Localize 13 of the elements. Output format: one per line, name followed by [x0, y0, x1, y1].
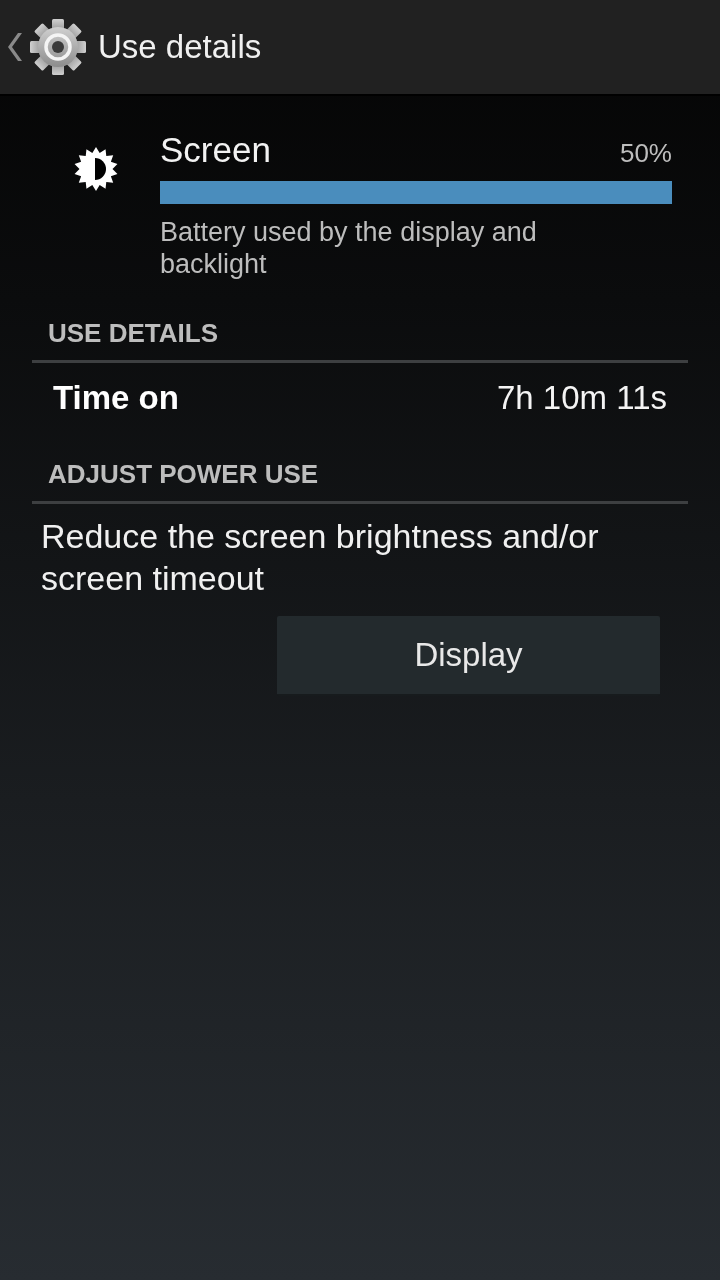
display-button[interactable]: Display [277, 616, 660, 696]
detail-value: 7h 10m 11s [497, 378, 667, 418]
usage-percent: 50% [619, 137, 672, 169]
back-icon[interactable] [8, 33, 22, 61]
brightness-icon [74, 147, 118, 191]
screen-title: Use details [98, 27, 262, 67]
hint-text: Reduce the screen brightness and/or screen timeout [40, 516, 600, 599]
usage-title: Screen [160, 129, 271, 171]
gear-icon[interactable] [30, 19, 86, 75]
section-header: ADJUST POWER USE [32, 458, 688, 504]
detail-label: Time on [53, 378, 179, 418]
usage-description: Battery used by the display and backlight [160, 216, 538, 280]
section-header: USE DETAILS [32, 317, 688, 363]
